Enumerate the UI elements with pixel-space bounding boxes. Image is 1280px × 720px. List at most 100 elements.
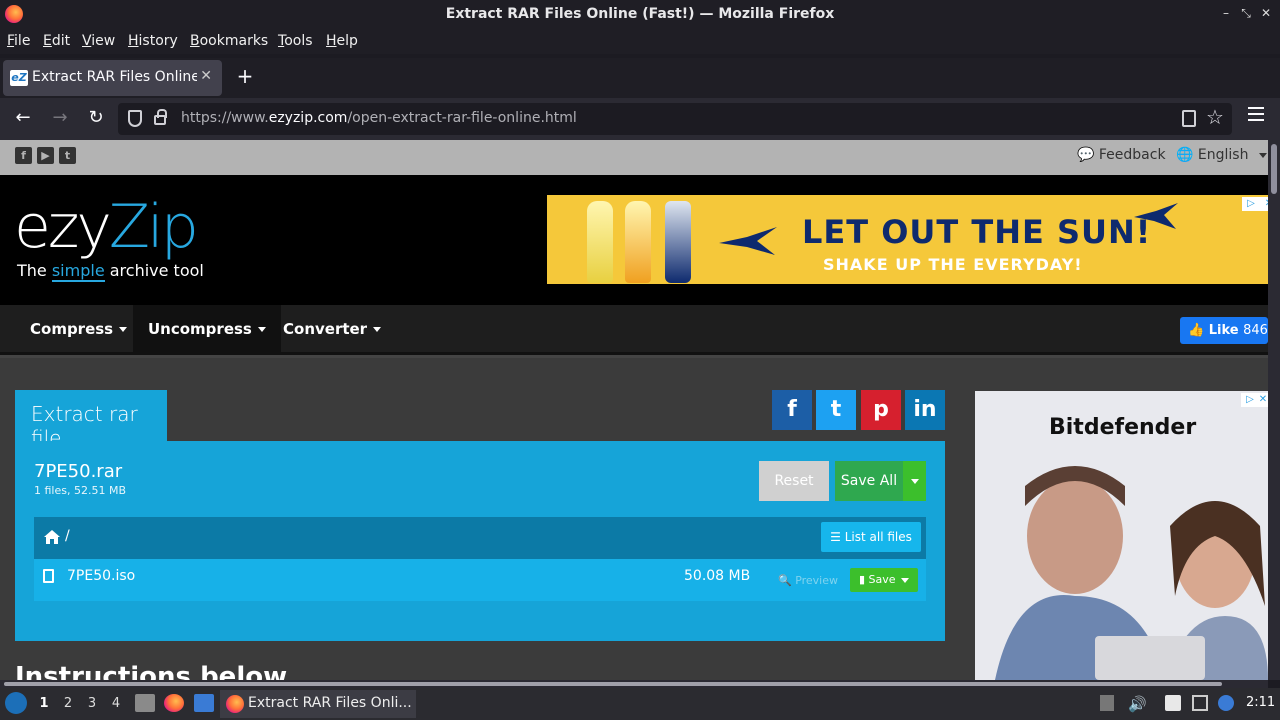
share-linkedin-button[interactable]: in (905, 390, 945, 430)
reset-button[interactable]: Reset (759, 461, 829, 501)
taskbar: 1 2 3 4 Extract RAR Files Onli... 🔊 2:11 (0, 688, 1280, 720)
horizontal-scrollbar[interactable] (0, 680, 1268, 688)
workspace-4[interactable]: 4 (108, 696, 124, 711)
window-title: Extract RAR Files Online (Fast!) — Mozil… (445, 6, 835, 22)
ad-subline: SHAKE UP THE EVERYDAY! (823, 255, 1083, 274)
site-top-strip: f ▶ t 💬 Feedback 🌐 English (0, 140, 1268, 175)
chevron-down-icon (911, 479, 919, 484)
clock: 2:11 (1246, 695, 1276, 710)
globe-icon: 🌐 (1176, 147, 1194, 163)
bookmark-star-icon[interactable]: ☆ (1206, 105, 1224, 129)
banner-ad[interactable]: LET OUT THE SUN! SHAKE UP THE EVERYDAY! … (547, 195, 1268, 284)
language-selector[interactable]: 🌐 English (1176, 147, 1267, 163)
close-window-button[interactable]: ✕ (1258, 6, 1274, 20)
new-tab-icon[interactable]: + (234, 64, 256, 88)
current-path: / (65, 528, 70, 544)
clipboard-icon[interactable] (1165, 695, 1181, 711)
workspace-1[interactable]: 1 (36, 696, 52, 711)
menu-view[interactable]: View (82, 33, 115, 49)
preview-button[interactable]: 🔍 Preview (772, 569, 844, 593)
thumbs-up-icon: 👍 (1188, 323, 1205, 338)
menu-file[interactable]: File (7, 33, 30, 49)
web-page: f ▶ t 💬 Feedback 🌐 English ezyZip The si… (0, 140, 1268, 680)
extract-tool-panel: Extract rar file f t p in 7PE50.rar 1 fi… (15, 390, 945, 641)
adchoices-icon[interactable]: ▷ (1242, 197, 1260, 211)
file-name: 7PE50.iso (67, 568, 136, 584)
url-text[interactable]: https://www.ezyzip.com/open-extract-rar-… (181, 110, 577, 126)
vertical-scrollbar[interactable] (1268, 140, 1280, 680)
share-facebook-button[interactable]: f (772, 390, 812, 430)
search-icon: 🔍 (777, 574, 792, 587)
main-navigation: Compress Uncompress Converter 👍 Like 846 (0, 305, 1268, 355)
save-file-button[interactable]: ▮ Save (850, 568, 918, 592)
ad-close-icon[interactable]: ✕ (1260, 197, 1268, 211)
notification-icon[interactable] (1218, 695, 1234, 711)
ad-close-icon[interactable]: ✕ (1257, 393, 1268, 407)
desktop-icon[interactable] (194, 694, 214, 712)
chat-icon: 💬 (1077, 147, 1095, 163)
network-icon[interactable] (1192, 695, 1208, 711)
file-size: 50.08 MB (684, 568, 751, 584)
home-icon[interactable] (43, 529, 61, 545)
nav-compress[interactable]: Compress (15, 305, 142, 355)
firefox-icon (226, 695, 244, 713)
volume-icon[interactable]: 🔊 (1128, 695, 1147, 713)
window-titlebar: Extract RAR Files Online (Fast!) — Mozil… (0, 0, 1280, 30)
firefox-launcher-icon[interactable] (164, 694, 184, 712)
ad-brand: Bitdefender (1049, 415, 1197, 440)
tab-close-icon[interactable]: ✕ (200, 68, 212, 84)
facebook-like-button[interactable]: 👍 Like 846 (1180, 317, 1268, 344)
nav-converter[interactable]: Converter (268, 305, 396, 355)
site-header: ezyZip The simple archive tool LET OUT T… (0, 175, 1268, 305)
file-icon (43, 569, 54, 583)
url-bar[interactable]: https://www.ezyzip.com/open-extract-rar-… (118, 103, 1232, 135)
swallow-bird-icon (719, 227, 777, 255)
path-bar: / ☰ List all files (34, 517, 926, 559)
back-icon[interactable]: ← (11, 107, 35, 128)
tool-title: Extract rar file (15, 390, 167, 450)
menu-edit[interactable]: Edit (43, 33, 70, 49)
tray-eject-icon[interactable] (1100, 695, 1114, 711)
feedback-link[interactable]: 💬 Feedback (1077, 147, 1166, 163)
file-manager-icon[interactable] (135, 694, 155, 712)
share-twitter-button[interactable]: t (816, 390, 856, 430)
minimize-button[interactable]: – (1218, 6, 1234, 20)
taskbar-firefox-task[interactable]: Extract RAR Files Onli... (220, 690, 416, 718)
reload-icon[interactable]: ↻ (84, 107, 108, 128)
share-pinterest-button[interactable]: p (861, 390, 901, 430)
sidebar-ad[interactable]: Bitdefender ▷ ✕ (975, 391, 1268, 680)
save-all-button[interactable]: Save All (835, 461, 903, 501)
site-logo[interactable]: ezyZip (14, 195, 199, 259)
maximize-button[interactable]: ⤡ (1238, 6, 1254, 21)
browser-tab[interactable]: eZ Extract RAR Files Online ✕ (3, 60, 222, 96)
menu-tools[interactable]: Tools (278, 33, 313, 49)
menu-history[interactable]: History (128, 33, 178, 49)
forward-icon[interactable]: → (48, 107, 72, 128)
facebook-icon[interactable]: f (15, 147, 32, 164)
twitter-icon[interactable]: t (59, 147, 76, 164)
reader-view-icon[interactable] (1182, 110, 1196, 127)
navigation-toolbar: ← → ↻ https://www.ezyzip.com/open-extrac… (0, 98, 1280, 140)
menu-bookmarks[interactable]: Bookmarks (190, 33, 268, 49)
archive-name: 7PE50.rar (34, 461, 123, 482)
menu-help[interactable]: Help (326, 33, 358, 49)
swallow-bird-icon (1134, 203, 1178, 229)
tab-label: Extract RAR Files Online (32, 69, 197, 85)
save-all-dropdown-button[interactable] (903, 461, 926, 501)
lock-icon[interactable] (154, 109, 167, 125)
start-menu-icon[interactable] (5, 692, 27, 714)
list-all-files-button[interactable]: ☰ List all files (821, 522, 921, 552)
youtube-icon[interactable]: ▶ (37, 147, 54, 164)
menu-bar: File Edit View History Bookmarks Tools H… (0, 30, 1280, 54)
ezyzip-favicon-icon: eZ (10, 70, 28, 86)
tracking-protection-icon[interactable] (128, 110, 142, 127)
nav-uncompress[interactable]: Uncompress (133, 305, 281, 355)
ad-headline: LET OUT THE SUN! (802, 213, 1152, 251)
file-row: 7PE50.iso 50.08 MB 🔍 Preview ▮ Save (34, 559, 926, 601)
app-menu-icon[interactable] (1248, 107, 1264, 125)
workspace-2[interactable]: 2 (60, 696, 76, 711)
archive-meta: 1 files, 52.51 MB (34, 484, 126, 497)
workspace-3[interactable]: 3 (84, 696, 100, 711)
site-tagline: The simple archive tool (17, 261, 204, 282)
tool-body: 7PE50.rar 1 files, 52.51 MB Reset Save A… (15, 441, 945, 641)
